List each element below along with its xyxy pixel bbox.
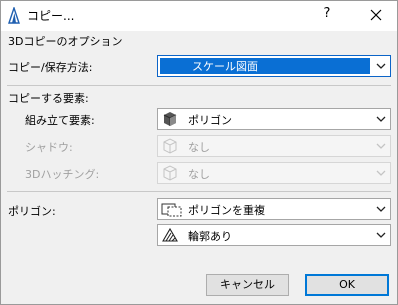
overlapping-polygons-icon [161,203,182,217]
polygon-outline-value: 輪郭あり [188,230,232,243]
polygon-label: ポリゴン: [8,205,56,218]
separator [7,191,391,192]
window-title: コピー... [27,9,75,23]
polygon-outline-select[interactable]: 輪郭あり [157,224,391,246]
copy-method-select[interactable]: スケール図面 [157,55,391,77]
chevron-down-icon [376,116,386,122]
assembly-label: 組み立て要素: [25,114,95,127]
close-icon [370,9,382,21]
copy-method-label: コピー/保存方法: [8,61,93,74]
ok-button-label: OK [339,278,355,291]
polygon-mode-select[interactable]: ポリゴンを重複 [157,198,391,220]
copy-dialog: コピー... ? 3Dコピーのオプション コピー/保存方法: スケール図面 コピ… [0,0,398,305]
close-button[interactable] [361,3,391,27]
archicad-icon [8,7,20,24]
polygon-mode-value: ポリゴンを重複 [188,204,265,217]
title-bar: コピー... ? [1,1,397,31]
shadow-label: シャドウ: [25,141,73,154]
chevron-down-icon [376,143,386,149]
wireframe-cube-icon [163,138,177,154]
hatching-select[interactable]: なし [157,162,391,184]
help-label: ? [323,6,331,21]
cancel-button[interactable]: キャンセル [206,274,289,296]
elements-heading: コピーする要素: [8,92,89,105]
ok-button[interactable]: OK [305,274,389,296]
outline-hatch-icon [162,227,178,242]
assembly-select[interactable]: ポリゴン [157,108,391,130]
wireframe-cube-icon [163,165,177,181]
hatching-label: 3Dハッチング: [25,168,100,181]
shadow-value: なし [188,141,210,154]
separator [7,85,391,86]
chevron-down-icon [376,206,386,212]
chevron-down-icon [376,63,386,69]
copy-method-value: スケール図面 [192,60,258,73]
solid-block-icon [163,112,177,126]
help-button[interactable]: ? [315,6,339,26]
cancel-button-label: キャンセル [220,278,275,291]
hatching-value: なし [188,168,210,181]
assembly-value: ポリゴン [188,114,232,127]
options-heading: 3Dコピーのオプション [8,35,123,48]
shadow-select[interactable]: なし [157,135,391,157]
chevron-down-icon [376,170,386,176]
chevron-down-icon [376,232,386,238]
